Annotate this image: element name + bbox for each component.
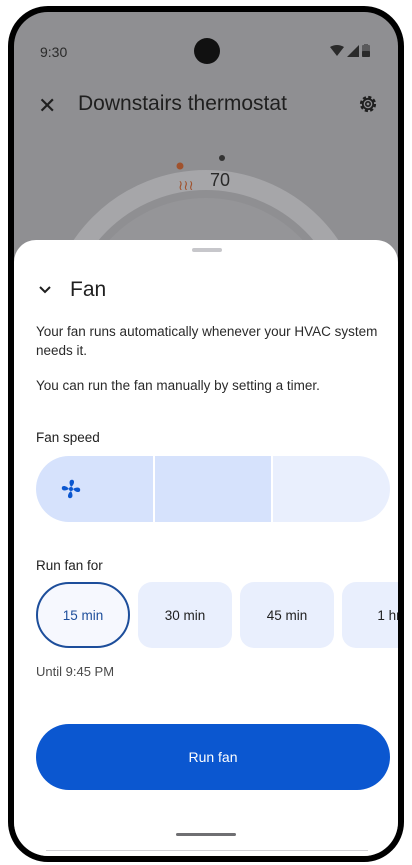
duration-options: 15 min 30 min 45 min 1 hr	[36, 582, 398, 648]
camera-cutout	[194, 38, 220, 64]
fan-speed-selector[interactable]	[36, 456, 390, 522]
fan-speed-level-1[interactable]	[36, 456, 153, 522]
svg-text:≀≀≀: ≀≀≀	[178, 178, 194, 194]
close-icon[interactable]: ✕	[38, 94, 56, 118]
page-title: Downstairs thermostat	[78, 92, 287, 115]
battery-icon	[362, 44, 370, 57]
fan-timer-description: You can run the fan manually by setting …	[36, 378, 320, 393]
fan-speed-label: Fan speed	[36, 430, 100, 445]
app-header: ✕ Downstairs thermostat	[14, 84, 398, 134]
run-fan-for-label: Run fan for	[36, 558, 103, 573]
fan-speed-level-3[interactable]	[273, 456, 390, 522]
sheet-title: Fan	[70, 278, 107, 301]
fan-speed-level-2[interactable]	[152, 456, 274, 522]
current-temperature: 70	[210, 170, 231, 190]
sheet-drag-handle[interactable]	[192, 248, 222, 252]
phone-frame: 9:30 ✕ Downstairs thermostat ≀≀≀ 70 Fan …	[8, 6, 404, 862]
chevron-down-icon[interactable]	[34, 279, 56, 301]
status-bar: 9:30	[14, 12, 398, 84]
wifi-icon	[330, 44, 344, 56]
signal-icon	[347, 44, 359, 57]
status-time: 9:30	[40, 44, 68, 60]
run-fan-button[interactable]: Run fan	[36, 724, 390, 790]
screen: 9:30 ✕ Downstairs thermostat ≀≀≀ 70 Fan …	[14, 12, 398, 856]
gear-icon[interactable]	[356, 92, 380, 116]
home-indicator[interactable]	[176, 833, 236, 836]
duration-chip-15-min[interactable]: 15 min	[36, 582, 130, 648]
duration-chip-45-min[interactable]: 45 min	[240, 582, 334, 648]
until-time-text: Until 9:45 PM	[36, 664, 115, 679]
fan-description: Your fan runs automatically whenever you…	[36, 324, 378, 358]
status-icons	[330, 44, 370, 57]
fan-bottom-sheet: Fan Your fan runs automatically whenever…	[14, 240, 398, 856]
sheet-header[interactable]: Fan	[34, 278, 106, 302]
duration-chip-1-hr[interactable]: 1 hr	[342, 582, 398, 648]
fan-icon	[61, 479, 81, 499]
bottom-divider	[46, 850, 368, 851]
duration-chip-30-min[interactable]: 30 min	[138, 582, 232, 648]
